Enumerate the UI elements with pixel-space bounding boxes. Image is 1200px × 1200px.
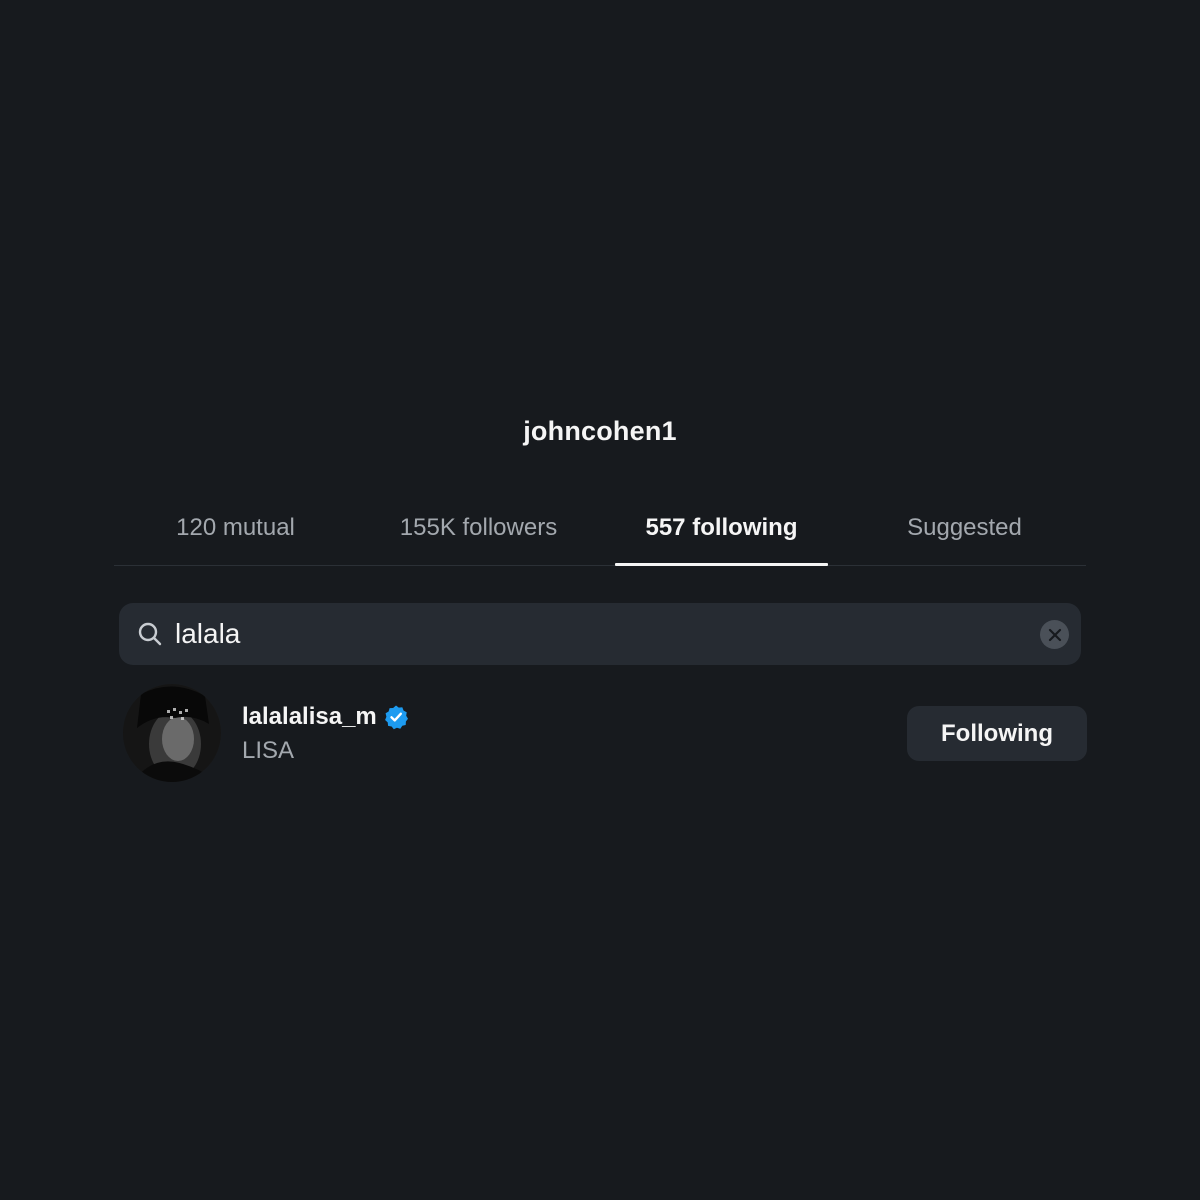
username[interactable]: lalalalisa_m (242, 703, 377, 731)
following-list-screen: johncohen1 120 mutual 155K followers 557… (0, 0, 1200, 1200)
following-button[interactable]: Following (907, 706, 1087, 761)
verified-badge-icon (384, 705, 408, 730)
list-item[interactable]: lalalalisa_m LISA Following (123, 684, 1087, 782)
tab-bar: 120 mutual 155K followers 557 following … (114, 500, 1086, 566)
search-input[interactable] (175, 603, 1015, 665)
avatar[interactable] (123, 684, 221, 782)
search-icon (138, 622, 162, 646)
close-icon (1048, 628, 1061, 641)
tab-following[interactable]: 557 following (600, 500, 843, 566)
clear-search-button[interactable] (1040, 620, 1069, 649)
search-bar (119, 603, 1081, 665)
tab-suggested[interactable]: Suggested (843, 500, 1086, 565)
page-title: johncohen1 (523, 416, 677, 446)
tab-mutual[interactable]: 120 mutual (114, 500, 357, 565)
username-line: lalalalisa_m (242, 703, 409, 731)
tab-followers[interactable]: 155K followers (357, 500, 600, 565)
full-name: LISA (242, 737, 295, 764)
avatar-image (123, 684, 221, 782)
